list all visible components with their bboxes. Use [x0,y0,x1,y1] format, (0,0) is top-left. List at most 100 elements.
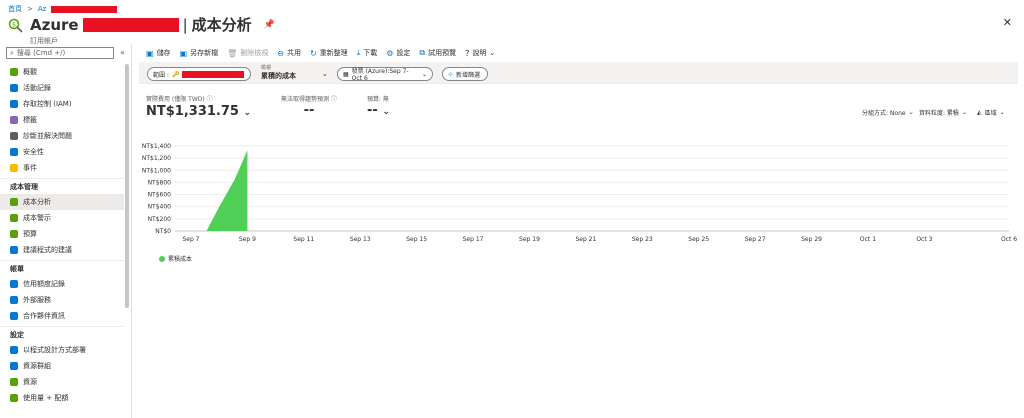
x-tick-label: Sep 15 [406,236,427,243]
info-icon: ⓘ [206,96,213,103]
sidebar-item[interactable]: 建議程式的建議 [0,242,124,258]
nav-item-icon [10,296,18,304]
page-subtitle: 訂用帳戶 [30,37,58,45]
page-title: 成本分析 [191,16,252,34]
breadcrumb-separator: > [27,5,33,13]
sidebar-item-label: 資源 [23,378,37,386]
sidebar-item[interactable]: 預算 [0,226,124,242]
sidebar-item[interactable]: 概觀 [0,64,124,80]
y-tick-label: NT$400 [148,204,172,211]
command-bar: ▣ 儲存 ▣ 另存新檔 🗑 刪除檢視 ⊖ 共用 ↻ 重新整理 ⤓ 下載 ⚙ 設定 ⧉ 試用預覽 … [146,46,495,60]
info-icon: ⓘ [330,96,337,103]
sidebar-item[interactable]: 使用量 + 配額 [0,390,124,406]
nav-item-icon [10,198,18,206]
save-as-button[interactable]: ▣ 另存新檔 [180,48,219,58]
legend-label: 累積成本 [168,256,193,263]
sidebar-item-label: 成本分析 [23,198,51,206]
sidebar-item-label: 安全性 [23,148,44,156]
delete-view-button[interactable]: 🗑 刪除檢視 [227,48,268,58]
chart-legend: 累積成本 [159,254,192,263]
sidebar-section-heading: 帳單 [10,265,24,273]
chevron-down-icon[interactable]: ⌄ [243,108,251,118]
sidebar-item[interactable]: 資源 [0,374,124,390]
try-preview-button[interactable]: ⧉ 試用預覽 [419,48,456,58]
scope-pill[interactable]: 範圍 : 🔑 [147,67,251,81]
sidebar-item-label: 以程式設計方式部署 [23,346,86,354]
y-tick-label: NT$600 [148,192,172,199]
sidebar-item[interactable]: 活動記錄 [0,80,124,96]
y-tick-label: NT$800 [148,179,172,186]
sidebar-item-label: 成本警示 [23,214,51,222]
nav-item-icon [10,280,18,288]
nav-item-icon [10,84,18,92]
sidebar-item[interactable]: 成本警示 [0,210,124,226]
redacted-mark [82,17,179,32]
save-icon: ▣ [146,48,154,58]
divider [0,326,124,327]
close-icon[interactable]: ✕ [1003,16,1012,29]
sidebar-item-label: 建議程式的建議 [23,246,72,254]
view-label: 檢視 [261,65,272,71]
group-by-dropdown[interactable]: 分組方式: None ⌄ [862,108,914,117]
pin-icon[interactable]: 📌 [264,20,275,30]
help-button[interactable]: ? 說明 ⌄ [465,48,495,58]
refresh-button[interactable]: ↻ 重新整理 [310,48,348,58]
x-tick-label: Sep 25 [688,236,709,243]
chevron-down-icon: ⌄ [489,49,496,57]
sidebar-item[interactable]: 診斷並解決問題 [0,128,124,144]
granularity-dropdown[interactable]: 資料粒度: 累積 ⌄ [919,108,967,117]
title-separator: | [182,15,188,34]
x-tick-label: Sep 17 [463,236,484,243]
add-filter-icon: ⊹ [448,70,454,78]
link-icon: ⊖ [277,48,284,58]
sidebar-item[interactable]: 安全性 [0,144,124,160]
add-filter-button[interactable]: ⊹ 新增篩選 [442,67,488,81]
divider [0,260,124,261]
share-button[interactable]: ⊖ 共用 [277,48,301,58]
collapse-sidebar-button[interactable]: « [120,48,125,57]
date-range-pill[interactable]: ▦ 發票 (Azure):Sep 7-Oct 6 ⌄ [337,67,433,82]
trash-icon: 🗑 [227,48,238,58]
sidebar-item[interactable]: 事件 [0,160,124,176]
breadcrumb: 首頁 > Az [8,4,118,14]
budget-value: -- [366,103,378,118]
chart-type-dropdown[interactable]: ◭ 區域 ⌄ [977,108,1005,117]
key-icon: 🔑 [171,70,180,78]
sidebar-item-label: 使用量 + 配額 [23,394,69,402]
settings-button[interactable]: ⚙ 設定 [386,48,410,58]
chevron-down-icon[interactable]: ⌄ [382,107,390,117]
nav-item-icon [10,378,18,386]
sidebar-item[interactable]: 以程式設計方式部署 [0,342,124,358]
sidebar-item[interactable]: 外部服務 [0,292,124,308]
nav-item-icon [10,230,18,238]
breadcrumb-subscription[interactable]: Az [38,5,46,13]
view-selector[interactable]: 累積的成本 [261,71,296,81]
x-tick-label: Oct 6 [1001,236,1017,243]
sidebar-item[interactable]: 存取控制 (IAM) [0,96,124,112]
save-button[interactable]: ▣ 儲存 [146,48,171,58]
gear-icon: ⚙ [386,48,394,58]
refresh-icon: ↻ [309,48,317,58]
breadcrumb-home[interactable]: 首頁 [8,4,22,14]
chevron-down-icon: ⌄ [908,109,914,116]
sidebar-item[interactable]: 標籤 [0,112,124,128]
sidebar-item[interactable]: 信用額度記錄 [0,276,124,292]
sidebar-item-label: 合作夥伴資訊 [23,312,65,320]
sidebar-scrollbar[interactable] [125,64,129,308]
nav-item-icon [10,164,18,172]
nav-item-icon [10,246,18,254]
nav-item-icon [10,362,18,370]
nav-item-icon [10,346,18,354]
calendar-icon: ▦ [343,70,349,78]
actual-cost-value: NT$1,331.75 [146,104,239,119]
sidebar-item[interactable]: 成本分析 [0,194,124,210]
sidebar-item[interactable]: 合作夥伴資訊 [0,308,124,324]
x-tick-label: Sep 21 [575,236,596,243]
download-button[interactable]: ⤓ 下載 [357,48,378,58]
search-input[interactable]: ⌕ 搜尋 (Cmd +/) [6,47,114,59]
redacted-mark [51,5,118,13]
chevron-down-icon[interactable]: ⌄ [322,70,328,78]
sidebar-item[interactable]: 資源群組 [0,358,124,374]
nav-item-icon [10,100,18,108]
sidebar-item-label: 外部服務 [23,296,51,304]
